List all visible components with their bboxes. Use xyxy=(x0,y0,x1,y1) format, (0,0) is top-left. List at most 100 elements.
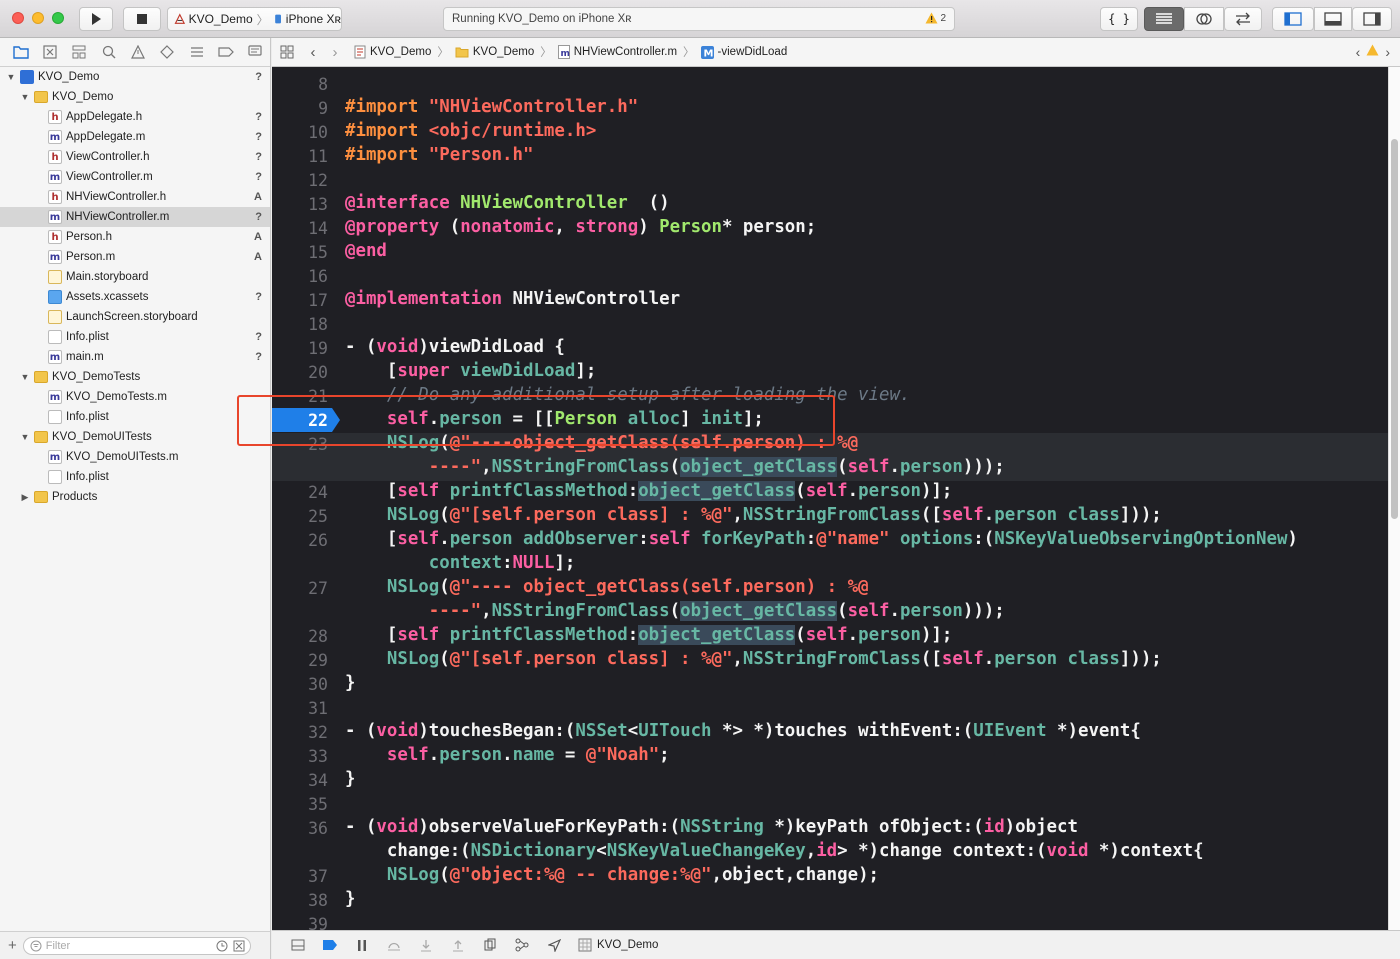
code-line[interactable]: [self.person addObserver:self forKeyPath… xyxy=(345,529,1298,549)
tab-find-navigator[interactable] xyxy=(94,38,123,66)
tab-issue-navigator[interactable] xyxy=(123,38,152,66)
stop-button[interactable] xyxy=(123,7,161,31)
file-tree-item[interactable]: m Person.m A xyxy=(0,247,270,267)
file-tree-item[interactable]: h AppDelegate.h? xyxy=(0,107,270,127)
scrollbar-thumb[interactable] xyxy=(1391,139,1398,519)
toggle-navigator-button[interactable] xyxy=(1272,7,1314,31)
code-line[interactable]: } xyxy=(345,769,355,789)
code-line[interactable]: @interface NHViewController () xyxy=(345,193,670,213)
code-line[interactable]: } xyxy=(345,889,355,909)
file-tree-item[interactable]: m KVO_DemoTests.m xyxy=(0,387,270,407)
disclosure-triangle-icon[interactable]: ▶ xyxy=(20,492,30,503)
close-window-button[interactable] xyxy=(12,12,24,24)
file-tree-item[interactable]: Info.plist? xyxy=(0,327,270,347)
file-tree-item[interactable]: LaunchScreen.storyboard xyxy=(0,307,270,327)
tab-project-navigator[interactable] xyxy=(6,38,35,66)
disclosure-triangle-icon[interactable]: ▼ xyxy=(20,432,30,442)
breadcrumb-method[interactable]: M -viewDidLoad xyxy=(700,45,787,59)
code-line[interactable]: - (void)observeValueForKeyPath:(NSString… xyxy=(345,817,1078,837)
line-number[interactable]: 18 xyxy=(272,315,328,334)
code-line[interactable]: @implementation NHViewController xyxy=(345,289,680,309)
code-line[interactable]: ----",NSStringFromClass(object_getClass(… xyxy=(345,457,1005,477)
code-line[interactable]: - (void)viewDidLoad { xyxy=(345,337,565,357)
tab-report-navigator[interactable] xyxy=(241,38,270,66)
line-number[interactable]: 34 xyxy=(272,771,328,790)
pause-button[interactable] xyxy=(346,931,378,959)
file-tree-item[interactable]: h ViewController.h? xyxy=(0,147,270,167)
breadcrumb-file[interactable]: m NHViewController.m xyxy=(557,45,677,59)
disclosure-triangle-icon[interactable]: ▼ xyxy=(6,72,16,82)
line-number[interactable]: 39 xyxy=(272,915,328,930)
line-number[interactable]: 9 xyxy=(272,99,328,118)
editor-scrollbar[interactable] xyxy=(1388,67,1400,930)
breadcrumb-project[interactable]: KVO_Demo xyxy=(354,45,431,59)
run-button[interactable] xyxy=(79,7,113,31)
line-number[interactable]: 14 xyxy=(272,219,328,238)
next-issue-icon[interactable]: › xyxy=(1385,44,1390,60)
recent-files-icon[interactable] xyxy=(216,940,228,952)
code-line[interactable]: change:(NSDictionary<NSKeyValueChangeKey… xyxy=(345,841,1204,861)
code-line[interactable]: [self printfClassMethod:object_getClass(… xyxy=(345,481,952,501)
memory-graph-button[interactable] xyxy=(506,931,538,959)
line-number[interactable]: 17 xyxy=(272,291,328,310)
line-number[interactable]: 8 xyxy=(272,75,328,94)
code-line[interactable]: NSLog(@"object:%@ -- change:%@",object,c… xyxy=(345,865,879,885)
line-number[interactable]: 38 xyxy=(272,891,328,910)
line-number[interactable]: 28 xyxy=(272,627,328,646)
warning-indicator[interactable]: 2 xyxy=(925,12,946,24)
assistant-editor-button[interactable] xyxy=(1184,7,1224,31)
warning-icon[interactable] xyxy=(1366,44,1379,56)
code-line[interactable]: #import "Person.h" xyxy=(345,145,533,165)
toggle-debug-area-button[interactable] xyxy=(1314,7,1352,31)
scheme-selector[interactable]: KVO_Demo 〉 iPhone Xʀ xyxy=(167,7,342,31)
line-number[interactable]: 20 xyxy=(272,363,328,382)
view-hierarchy-button[interactable] xyxy=(474,931,506,959)
line-number[interactable]: 29 xyxy=(272,651,328,670)
line-number[interactable]: 19 xyxy=(272,339,328,358)
back-chevron-icon[interactable]: ‹ xyxy=(302,44,324,61)
file-tree-item[interactable]: ▼ KVO_DemoTests xyxy=(0,367,270,387)
code-line[interactable]: NSLog(@"[self.person class] : %@",NSStri… xyxy=(345,505,1162,525)
line-number[interactable]: 22 xyxy=(272,411,328,430)
line-number[interactable]: 30 xyxy=(272,675,328,694)
line-number[interactable]: 16 xyxy=(272,267,328,286)
file-tree-item[interactable]: m ViewController.m? xyxy=(0,167,270,187)
line-number[interactable]: 13 xyxy=(272,195,328,214)
filter-field[interactable]: Filter xyxy=(22,936,251,955)
standard-editor-button[interactable] xyxy=(1144,7,1184,31)
code-line[interactable]: NSLog(@"[self.person class] : %@",NSStri… xyxy=(345,649,1162,669)
zoom-window-button[interactable] xyxy=(52,12,64,24)
minimize-window-button[interactable] xyxy=(32,12,44,24)
line-number[interactable]: 32 xyxy=(272,723,328,742)
tab-test-navigator[interactable] xyxy=(153,38,182,66)
code-line[interactable]: self.person.name = @"Noah"; xyxy=(345,745,670,765)
code-line[interactable]: [self printfClassMethod:object_getClass(… xyxy=(345,625,952,645)
file-tree-item[interactable]: Info.plist xyxy=(0,407,270,427)
line-number[interactable]: 10 xyxy=(272,123,328,142)
breakpoints-toggle-button[interactable] xyxy=(314,931,346,959)
line-number[interactable]: 26 xyxy=(272,531,328,550)
code-line[interactable]: @end xyxy=(345,241,387,261)
process-selector[interactable]: KVO_Demo xyxy=(578,938,658,952)
line-number[interactable]: 25 xyxy=(272,507,328,526)
add-icon[interactable]: + xyxy=(8,937,17,954)
related-items-button[interactable] xyxy=(272,45,302,59)
code-line[interactable]: [super viewDidLoad]; xyxy=(345,361,596,381)
code-line[interactable]: @property (nonatomic, strong) Person* pe… xyxy=(345,217,816,237)
file-tree-item[interactable]: Main.storyboard xyxy=(0,267,270,287)
line-number[interactable]: 35 xyxy=(272,795,328,814)
tab-source-control[interactable] xyxy=(35,38,64,66)
file-tree-item[interactable]: m NHViewController.m? xyxy=(0,207,270,227)
file-tree-item[interactable]: m main.m? xyxy=(0,347,270,367)
line-number[interactable]: 36 xyxy=(272,819,328,838)
code-line[interactable]: #import <objc/runtime.h> xyxy=(345,121,596,141)
file-tree-item[interactable]: h NHViewController.h A xyxy=(0,187,270,207)
source-editor[interactable]: 8 9 #import "NHViewController.h" 10 #import … xyxy=(272,67,1388,930)
file-tree-item[interactable]: Info.plist xyxy=(0,467,270,487)
line-number[interactable]: 11 xyxy=(272,147,328,166)
step-over-button[interactable] xyxy=(378,931,410,959)
code-line[interactable]: context:NULL]; xyxy=(345,553,576,573)
step-into-button[interactable] xyxy=(410,931,442,959)
line-number[interactable]: 27 xyxy=(272,579,328,598)
code-line[interactable]: } xyxy=(345,673,355,693)
